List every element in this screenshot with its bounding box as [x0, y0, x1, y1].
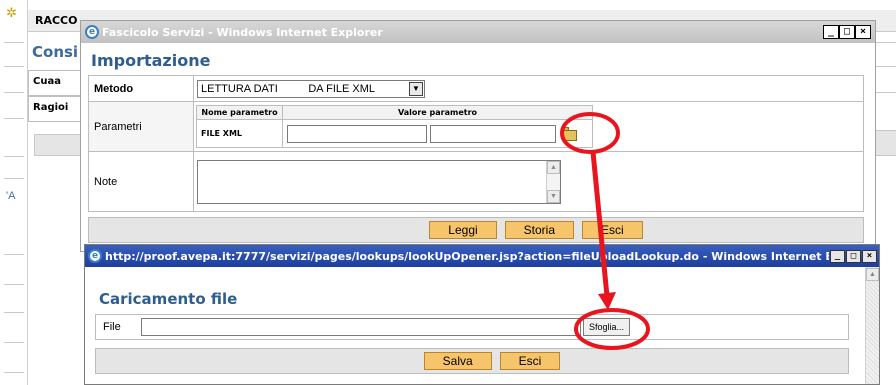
annotation-arrow-head	[598, 292, 616, 310]
highlight-circle-folder	[560, 112, 620, 154]
highlight-circle-browse	[574, 308, 650, 350]
annotation-overlay	[560, 112, 650, 350]
annotation-arrow	[590, 151, 610, 297]
